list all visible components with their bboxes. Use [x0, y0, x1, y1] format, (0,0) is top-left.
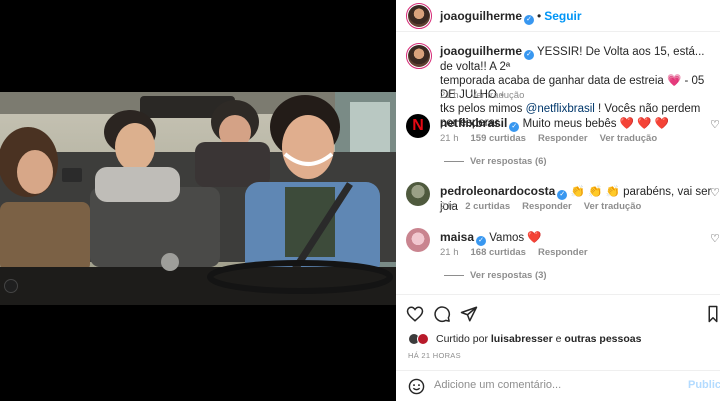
verified-icon: ✓: [509, 122, 520, 132]
translate-link[interactable]: Ver tradução: [600, 133, 658, 144]
comment-item: pedroleonardocosta ✓ 👏 👏 👏 parabéns, vai …: [396, 180, 720, 216]
comment-input[interactable]: Adicione um comentário...: [434, 379, 561, 391]
share-send-icon[interactable]: [460, 305, 478, 323]
verified-icon: ✓: [476, 236, 487, 246]
comment-author[interactable]: pedroleonardocosta: [440, 184, 555, 198]
liked-by-line: Curtido por luisabresser e outras pessoa…: [436, 333, 641, 345]
author-avatar[interactable]: [406, 3, 432, 29]
liked-by-suffix: e: [552, 333, 565, 345]
comment-bubble-icon[interactable]: [433, 305, 451, 323]
view-replies-button[interactable]: Ver respostas (3): [444, 270, 547, 281]
like-comment-icon[interactable]: ♡: [710, 188, 720, 199]
separator-dot: •: [537, 9, 542, 23]
author-username[interactable]: joaoguilherme: [440, 9, 522, 23]
caption: joaoguilherme ✓ YESSIR! De Volta aos 15, …: [396, 38, 720, 129]
comment-item: N netflixbrasil ✓ Muito meus bebês ❤️ ❤️ …: [396, 112, 720, 170]
post-media: [0, 0, 396, 401]
reply-button[interactable]: Responder: [522, 201, 572, 212]
comment-author[interactable]: netflixbrasil: [440, 116, 507, 130]
comment-time: 21 h: [440, 133, 459, 144]
caption-author-avatar[interactable]: [406, 43, 432, 69]
post-timestamp: HÁ 21 HORAS: [408, 351, 461, 360]
replies-line: [444, 274, 464, 276]
post-side-panel: joaoguilherme ✓ • Seguir joaoguilherme ✓ YES…: [396, 0, 720, 401]
follow-button[interactable]: Seguir: [544, 9, 581, 23]
comment-author[interactable]: maisa: [440, 230, 474, 244]
verified-icon: ✓: [557, 190, 568, 200]
commenter-avatar[interactable]: [406, 182, 430, 206]
reply-button[interactable]: Responder: [538, 133, 588, 144]
caption-author[interactable]: joaoguilherme: [440, 44, 522, 58]
save-bookmark-icon[interactable]: [706, 305, 720, 323]
comment-likes[interactable]: 159 curtidas: [471, 133, 526, 144]
view-replies-label: Ver respostas (3): [470, 270, 547, 281]
verified-icon: ✓: [524, 50, 535, 60]
see-translation-link[interactable]: Ver tradução: [471, 90, 525, 101]
verified-icon: ✓: [524, 15, 535, 25]
comment-likes[interactable]: 2 curtidas: [465, 201, 510, 212]
commenter-avatar[interactable]: [406, 228, 430, 252]
translate-link[interactable]: Ver tradução: [584, 201, 642, 212]
photo-car-scene: [0, 92, 396, 305]
replies-line: [444, 160, 464, 162]
post-header: joaoguilherme ✓ • Seguir: [396, 0, 720, 32]
like-heart-icon[interactable]: [406, 305, 424, 323]
netflix-avatar[interactable]: N: [406, 114, 430, 138]
like-comment-icon[interactable]: ♡: [710, 234, 720, 245]
comment-text: Muito meus bebês ❤️ ❤️ ❤️: [522, 118, 670, 130]
like-comment-icon[interactable]: ♡: [710, 120, 720, 131]
post-photo[interactable]: [0, 92, 396, 305]
netflix-logo-icon: N: [412, 117, 424, 134]
user-tag-icon[interactable]: [4, 279, 18, 293]
comment-time: 21 h: [440, 247, 459, 258]
view-replies-button[interactable]: Ver respostas (6): [444, 156, 547, 167]
comment-time: 2 h: [440, 201, 454, 212]
comment-item: maisa ✓ Vamos ❤️ ♡ 21 h 168 curtidas Respon…: [396, 226, 720, 284]
caption-time: 21 h: [440, 90, 459, 101]
reply-button[interactable]: Responder: [538, 247, 588, 258]
comment-text: Vamos ❤️: [489, 232, 542, 244]
liked-by-others[interactable]: outras pessoas: [564, 333, 641, 345]
publish-button[interactable]: Publica: [688, 379, 720, 391]
view-replies-label: Ver respostas (6): [470, 156, 547, 167]
add-comment-bar: Adicione um comentário... Publica: [396, 370, 720, 401]
liked-by-prefix: Curtido por: [436, 333, 491, 345]
liker-avatar[interactable]: [417, 333, 429, 345]
liked-by-user[interactable]: luisabresser: [491, 333, 553, 345]
comment-likes[interactable]: 168 curtidas: [471, 247, 526, 258]
emoji-icon[interactable]: [408, 378, 425, 395]
